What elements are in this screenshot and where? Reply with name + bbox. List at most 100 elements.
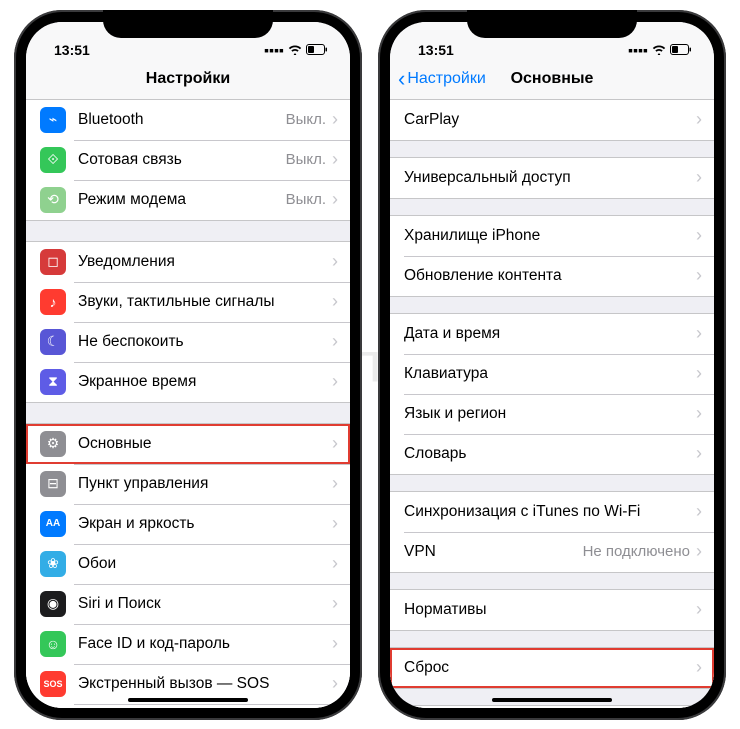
row-label: Экстренный вызов — SOS: [78, 675, 332, 693]
row-label: Сброс: [404, 659, 696, 677]
settings-row[interactable]: ☺Face ID и код-пароль›: [26, 624, 350, 664]
row-label: Уведомления: [78, 253, 332, 271]
row-label: Обои: [78, 555, 332, 573]
chevron-right-icon: ›: [696, 657, 702, 678]
nav-bar-left: Настройки: [26, 60, 350, 100]
settings-list-left[interactable]: ⌁BluetoothВыкл.›⟐Сотовая связьВыкл.›⟲Реж…: [26, 100, 350, 708]
settings-row[interactable]: ⧗Экранное время›: [26, 362, 350, 402]
row-value: Выкл.: [286, 111, 326, 128]
back-label: Настройки: [407, 70, 485, 88]
settings-row[interactable]: ♪ Звуки, тактильные сигналы›: [26, 282, 350, 322]
chevron-right-icon: ›: [332, 291, 338, 312]
settings-row[interactable]: Универсальный доступ›: [390, 158, 714, 198]
row-label: Клавиатура: [404, 365, 696, 383]
settings-row[interactable]: Клавиатура›: [390, 354, 714, 394]
row-label: Режим модема: [78, 191, 286, 209]
wifi-icon: [652, 42, 666, 58]
chevron-right-icon: ›: [696, 167, 702, 188]
faceid-icon: ☺: [40, 631, 66, 657]
settings-list-right[interactable]: CarPlay›Универсальный доступ›Хранилище i…: [390, 100, 714, 708]
settings-row[interactable]: Дата и время›: [390, 314, 714, 354]
bluetooth-icon: ⌁: [40, 107, 66, 133]
settings-row[interactable]: Обновление контента›: [390, 256, 714, 296]
battery-icon: [306, 42, 328, 58]
settings-row[interactable]: ⚙Основные›: [26, 424, 350, 464]
settings-row[interactable]: Язык и регион›: [390, 394, 714, 434]
wifi-icon: [288, 42, 302, 58]
chevron-right-icon: ›: [332, 513, 338, 534]
row-value: Выкл.: [286, 151, 326, 168]
row-label: Словарь: [404, 445, 696, 463]
row-label: Не беспокоить: [78, 333, 332, 351]
settings-row[interactable]: ☾ Не беспокоить›: [26, 322, 350, 362]
settings-row[interactable]: CarPlay›: [390, 100, 714, 140]
row-label: Звуки, тактильные сигналы: [78, 293, 332, 311]
signal-icon: ▪▪▪▪: [628, 42, 648, 58]
chevron-right-icon: ›: [696, 363, 702, 384]
row-label: Bluetooth: [78, 111, 286, 129]
chevron-right-icon: ›: [696, 265, 702, 286]
settings-row[interactable]: Синхронизация с iTunes по Wi-Fi›: [390, 492, 714, 532]
settings-row[interactable]: VPNНе подключено›: [390, 532, 714, 572]
settings-row[interactable]: ❀ Обои›: [26, 544, 350, 584]
sounds-icon: ♪: [40, 289, 66, 315]
row-label: Пункт управления: [78, 475, 332, 493]
settings-row[interactable]: Хранилище iPhone›: [390, 216, 714, 256]
settings-row[interactable]: AAЭкран и яркость›: [26, 504, 350, 544]
chevron-right-icon: ›: [332, 251, 338, 272]
row-label: VPN: [404, 543, 583, 561]
row-label: Экран и яркость: [78, 515, 332, 533]
row-label: Основные: [78, 435, 332, 453]
screen-right: 13:51 ▪▪▪▪ ‹ Настройки Основные CarPlay›…: [390, 22, 714, 708]
chevron-left-icon: ‹: [398, 68, 405, 90]
settings-row[interactable]: Словарь›: [390, 434, 714, 474]
row-label: Язык и регион: [404, 405, 696, 423]
chevron-right-icon: ›: [332, 331, 338, 352]
settings-row[interactable]: Сброс›: [390, 648, 714, 688]
settings-row[interactable]: ◉Siri и Поиск›: [26, 584, 350, 624]
chevron-right-icon: ›: [332, 633, 338, 654]
row-label: Обновление контента: [404, 267, 696, 285]
signal-icon: ▪▪▪▪: [264, 42, 284, 58]
row-label: Нормативы: [404, 601, 696, 619]
wallpaper-icon: ❀: [40, 551, 66, 577]
chevron-right-icon: ›: [696, 443, 702, 464]
screen-left: 13:51 ▪▪▪▪ Настройки ⌁BluetoothВыкл.›⟐Со…: [26, 22, 350, 708]
siri-icon: ◉: [40, 591, 66, 617]
settings-row[interactable]: ⊟Пункт управления›: [26, 464, 350, 504]
nav-bar-right: ‹ Настройки Основные: [390, 60, 714, 100]
cellular-icon: ⟐: [40, 147, 66, 173]
row-label: Дата и время: [404, 325, 696, 343]
chevron-right-icon: ›: [696, 323, 702, 344]
page-title: Основные: [511, 70, 594, 88]
settings-row[interactable]: ▮Аккумулятор›: [26, 704, 350, 708]
notifications-icon: ◻: [40, 249, 66, 275]
chevron-right-icon: ›: [332, 553, 338, 574]
chevron-right-icon: ›: [332, 593, 338, 614]
row-label: Синхронизация с iTunes по Wi-Fi: [404, 503, 696, 521]
chevron-right-icon: ›: [696, 501, 702, 522]
back-button[interactable]: ‹ Настройки: [398, 68, 486, 90]
settings-row[interactable]: Нормативы›: [390, 590, 714, 630]
row-label: Сотовая связь: [78, 151, 286, 169]
settings-row[interactable]: ⌁ BluetoothВыкл. ›: [26, 100, 350, 140]
home-indicator[interactable]: [492, 698, 612, 702]
row-label: Универсальный доступ: [404, 169, 696, 187]
chevron-right-icon: ›: [332, 109, 338, 130]
dnd-icon: ☾: [40, 329, 66, 355]
chevron-right-icon: ›: [332, 673, 338, 694]
chevron-right-icon: ›: [332, 371, 338, 392]
settings-row[interactable]: ⟲Режим модемаВыкл.›: [26, 180, 350, 220]
settings-row[interactable]: ◻ Уведомления›: [26, 242, 350, 282]
hotspot-icon: ⟲: [40, 187, 66, 213]
home-indicator[interactable]: [128, 698, 248, 702]
chevron-right-icon: ›: [696, 599, 702, 620]
settings-row[interactable]: ⟐Сотовая связьВыкл.›: [26, 140, 350, 180]
chevron-right-icon: ›: [696, 109, 702, 130]
phone-right: 13:51 ▪▪▪▪ ‹ Настройки Основные CarPlay›…: [378, 10, 726, 720]
status-time: 13:51: [418, 42, 454, 58]
settings-row[interactable]: Выключить: [390, 706, 714, 708]
chevron-right-icon: ›: [696, 403, 702, 424]
general-icon: ⚙: [40, 431, 66, 457]
row-label: CarPlay: [404, 111, 696, 129]
